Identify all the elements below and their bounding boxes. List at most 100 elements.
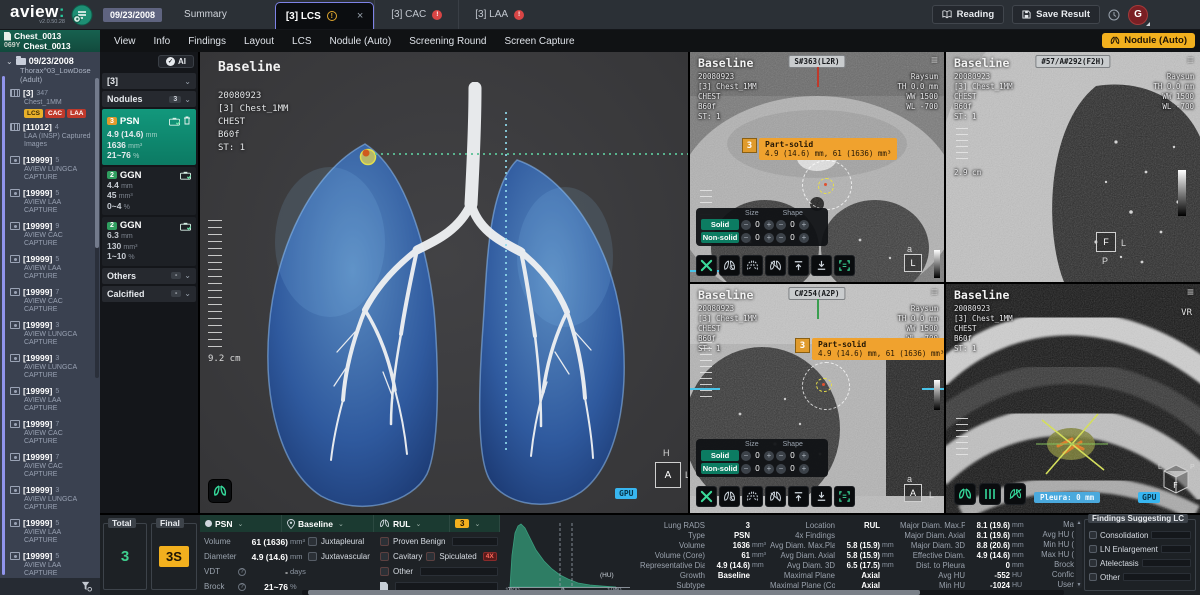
nodule-number-dropdown[interactable]: 3 ⌄ — [450, 515, 500, 532]
finding-note-input[interactable] — [1151, 531, 1191, 539]
timepoint-dropdown[interactable]: Baseline ⌄ — [282, 515, 374, 532]
app-menu-icon[interactable] — [71, 4, 93, 26]
nodule-annotation[interactable]: 3 Part-solid4.9 (14.6) mm, 61 (1636) mm³ — [742, 138, 897, 160]
spiculated-checkbox[interactable] — [426, 552, 435, 561]
other-checkbox[interactable] — [380, 567, 389, 576]
menu-item[interactable]: Findings — [188, 36, 226, 47]
shape-minus-button[interactable] — [776, 451, 786, 461]
lung-edit-tool-button[interactable] — [719, 255, 740, 276]
lung-view-toggle-button[interactable] — [208, 479, 232, 503]
menu-item[interactable]: Nodule (Auto) — [329, 36, 391, 47]
other-input[interactable] — [420, 567, 498, 576]
finding-note-input[interactable] — [1123, 573, 1191, 581]
attribute-checkbox[interactable] — [308, 552, 317, 561]
proven-benign-input[interactable] — [452, 537, 498, 546]
finding-note-input[interactable] — [1161, 545, 1191, 553]
tab-cac[interactable]: [3] CAC — [374, 0, 458, 29]
table-vertical-scrollbar[interactable]: ▲▼ — [1076, 520, 1082, 588]
nodules-section-header[interactable]: Nodules 3 ⌄ — [102, 91, 196, 107]
finding-checkbox[interactable] — [1089, 531, 1097, 539]
tab-summary[interactable]: Summary — [184, 9, 227, 20]
series-list-item[interactable]: [19999] 7 AVIEW CAC CAPTURE — [10, 452, 94, 481]
auto-fit-tool-button[interactable] — [834, 486, 855, 507]
close-tab-icon[interactable]: × — [357, 10, 363, 22]
nodule-card[interactable]: 3 PSN 4.9 (14.6) mm 1636 mm³ 21~76 % — [102, 109, 196, 165]
size-minus-button[interactable] — [741, 451, 751, 461]
location-dropdown[interactable]: RUL ⌄ — [374, 515, 450, 532]
lungs-view-button[interactable] — [954, 483, 976, 505]
nodule-annotation[interactable]: 3 Part-solid4.9 (14.6) mm, 61 (1636) mm³ — [795, 338, 944, 360]
menu-item[interactable]: LCS — [292, 36, 311, 47]
panel-menu-icon[interactable]: ≡ — [931, 53, 938, 67]
menu-item[interactable]: Info — [154, 36, 171, 47]
reading-button[interactable]: Reading — [932, 5, 1004, 24]
user-avatar[interactable]: G — [1128, 5, 1148, 25]
grow-down-tool-button[interactable] — [811, 255, 832, 276]
hide-structures-button[interactable] — [1004, 483, 1026, 505]
nodule-auto-button[interactable]: Nodule (Auto) — [1102, 33, 1195, 48]
finding-checkbox[interactable] — [1089, 545, 1097, 553]
series-list-item[interactable]: [19999] 5 AVIEW LUNGCA CAPTURE — [10, 155, 94, 184]
series-list-item[interactable]: [19999] 5 AVIEW LAA CAPTURE — [10, 386, 94, 415]
shape-minus-button[interactable] — [776, 220, 786, 230]
series-list-item[interactable]: [19999] 5 AVIEW LAA CAPTURE — [10, 551, 94, 580]
size-minus-button[interactable] — [741, 233, 751, 243]
size-plus-button[interactable] — [764, 464, 774, 474]
study-date-chip[interactable]: 09/23/2008 — [103, 8, 162, 22]
non-solid-toggle[interactable]: Non-solid — [701, 463, 739, 474]
ct-panel-vr[interactable]: Baseline ≡ VR 20080923[3] Chest_1MMCHEST… — [946, 284, 1200, 513]
help-icon[interactable]: ? — [238, 568, 246, 576]
series-list-item[interactable]: [19999] 7 AVIEW CAC CAPTURE — [10, 287, 94, 316]
series-list-item[interactable]: [19999] 3 AVIEW LUNGCA CAPTURE — [10, 320, 94, 349]
correction-tool-button[interactable] — [696, 486, 717, 507]
rib-view-button[interactable] — [979, 483, 1001, 505]
others-section-header[interactable]: Others - ⌄ — [102, 268, 196, 284]
delete-nodule-icon[interactable] — [183, 112, 191, 130]
3d-lung-viewport[interactable]: Baseline 20080923[3] Chest_1MMCHESTB60fS… — [200, 52, 690, 513]
panel-menu-icon[interactable]: ≡ — [1187, 53, 1194, 67]
calcified-section-header[interactable]: Calcified - ⌄ — [102, 286, 196, 302]
ct-panel-coronal[interactable]: Baseline ≡ C#254(A2P) 20080923[3] Chest_… — [690, 284, 944, 513]
nodule-type-dropdown[interactable]: PSN ⌄ — [200, 515, 282, 532]
series-list-item[interactable]: [3] 347 Chest_1MM LCSCACLAA — [10, 88, 94, 118]
history-clock-icon[interactable] — [1108, 9, 1120, 21]
final-category-badge[interactable]: 3S — [159, 546, 189, 567]
save-result-button[interactable]: Save Result — [1012, 5, 1100, 24]
scroll-up-arrow[interactable]: ▲ — [1076, 520, 1082, 526]
solid-toggle[interactable]: Solid — [701, 450, 739, 461]
help-icon[interactable]: ? — [238, 583, 246, 591]
shape-plus-button[interactable] — [799, 464, 809, 474]
cavitary-checkbox[interactable] — [380, 552, 389, 561]
size-plus-button[interactable] — [764, 451, 774, 461]
size-minus-button[interactable] — [741, 220, 751, 230]
panel-menu-icon[interactable]: ≡ — [1187, 285, 1194, 299]
menu-item[interactable]: Layout — [244, 36, 274, 47]
ai-toggle-button[interactable]: AI — [158, 55, 194, 68]
size-plus-button[interactable] — [764, 233, 774, 243]
series-list-item[interactable]: [19999] 5 AVIEW LAA CAPTURE — [10, 188, 94, 217]
tab-laa[interactable]: [3] LAA — [458, 0, 540, 29]
series-list-item[interactable]: [19999] 5 AVIEW LAA CAPTURE — [10, 254, 94, 283]
filter-settings-icon[interactable] — [81, 581, 92, 592]
ct-panel-zoomed[interactable]: Baseline ≡ #57/A#292(F2H) 20080923[3] Ch… — [946, 52, 1200, 282]
finding-checkbox[interactable] — [1089, 573, 1097, 581]
series-list-item[interactable]: [19999] 3 AVIEW LUNGCA CAPTURE — [10, 353, 94, 382]
horizontal-scrollbar[interactable] — [302, 590, 1064, 595]
scroll-down-arrow[interactable]: ▼ — [1076, 582, 1082, 588]
sidebar-scrollbar[interactable] — [95, 78, 99, 378]
auto-fit-tool-button[interactable] — [834, 255, 855, 276]
finding-checkbox[interactable] — [1089, 559, 1097, 567]
menu-item[interactable]: Screening Round — [409, 36, 486, 47]
solid-toggle[interactable]: Solid — [701, 219, 739, 230]
menu-item[interactable]: Screen Capture — [504, 36, 574, 47]
size-minus-button[interactable] — [741, 464, 751, 474]
shape-plus-button[interactable] — [799, 451, 809, 461]
size-plus-button[interactable] — [764, 220, 774, 230]
study-date-header[interactable]: ⌄ 09/23/2008 — [0, 52, 100, 67]
grow-up-tool-button[interactable] — [788, 486, 809, 507]
non-solid-toggle[interactable]: Non-solid — [701, 232, 739, 243]
panel-menu-icon[interactable]: ≡ — [931, 285, 938, 299]
shape-minus-button[interactable] — [776, 464, 786, 474]
lung-split-tool-button[interactable] — [765, 255, 786, 276]
ct-panel-axial[interactable]: Baseline ≡ S#363(L2R) 20080923[3] Chest_… — [690, 52, 944, 282]
